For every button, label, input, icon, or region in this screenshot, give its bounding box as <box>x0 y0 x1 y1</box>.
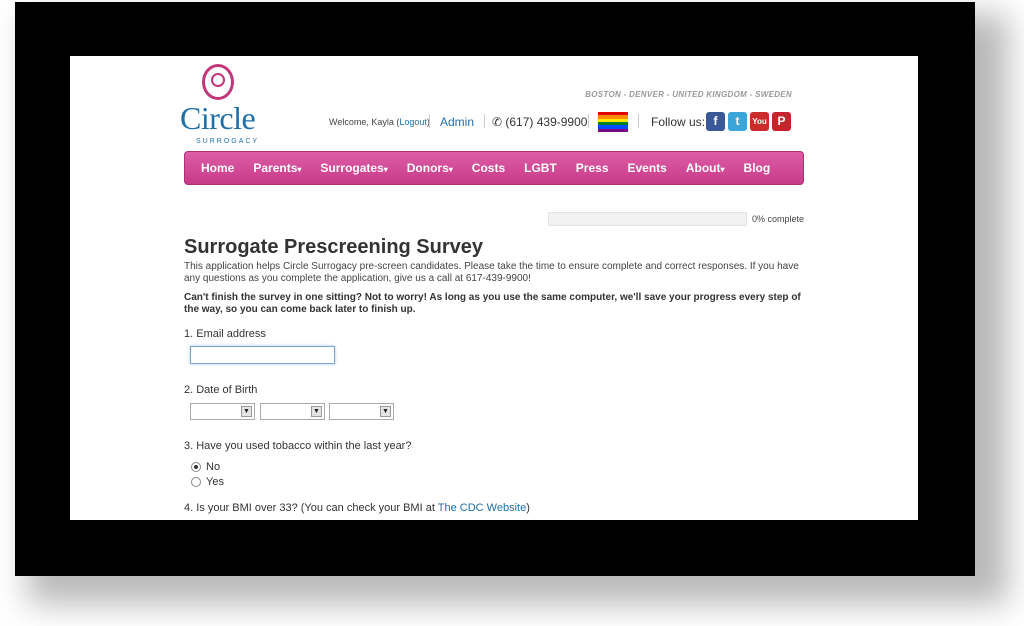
circle-logo[interactable]: Circle SURROGACY <box>180 64 260 145</box>
follow-us-label: Follow us: <box>651 115 706 129</box>
survey-intro: This application helps Circle Surrogacy … <box>184 261 799 284</box>
logout-link[interactable]: Logout <box>399 117 427 127</box>
nav-item-blog[interactable]: Blog <box>734 161 780 175</box>
email-field[interactable] <box>190 346 335 364</box>
nav-item-donors[interactable]: Donors▾ <box>397 161 462 175</box>
chevron-down-icon: ▾ <box>383 165 388 174</box>
pride-flag-icon[interactable] <box>598 112 628 132</box>
tobacco-option-no[interactable]: No <box>191 461 220 473</box>
nav-item-about[interactable]: About▾ <box>676 161 734 175</box>
pinterest-icon[interactable]: P <box>772 112 791 131</box>
main-nav: Home Parents▾ Surrogates▾ Donors▾ Costs LGBT P… <box>184 151 804 185</box>
logo-mark-icon <box>202 64 234 100</box>
youtube-icon[interactable]: You <box>750 112 769 131</box>
facebook-icon[interactable]: f <box>706 112 725 131</box>
nav-item-events[interactable]: Events <box>618 161 676 175</box>
office-locations: BOSTON - DENVER - UNITED KINGDOM - SWEDE… <box>585 90 792 99</box>
page-edge <box>900 56 908 65</box>
save-progress-note: Can't finish the survey in one sitting? … <box>184 292 801 315</box>
chevron-down-icon: ▼ <box>380 406 391 417</box>
chevron-down-icon: ▾ <box>297 165 302 174</box>
header-divider <box>638 114 639 128</box>
question-dob-label: 2. Date of Birth <box>184 384 258 396</box>
welcome-text: Welcome, Kayla (Logout) <box>329 117 430 127</box>
page-title: Surrogate Prescreening Survey <box>184 236 484 258</box>
header-divider <box>588 114 589 128</box>
chevron-down-icon: ▼ <box>311 406 322 417</box>
dob-month-select[interactable]: ▼ <box>190 403 255 420</box>
nav-item-parents[interactable]: Parents▾ <box>244 161 311 175</box>
nav-item-press[interactable]: Press <box>566 161 618 175</box>
tobacco-option-yes[interactable]: Yes <box>191 476 224 488</box>
phone-icon: ✆ <box>492 115 506 129</box>
cdc-website-link[interactable]: The CDC Website <box>438 502 526 514</box>
question-tobacco-label: 3. Have you used tobacco within the last… <box>184 440 412 452</box>
radio-button[interactable] <box>191 477 201 487</box>
chevron-down-icon: ▾ <box>448 165 453 174</box>
question-email-label: 1. Email address <box>184 328 266 340</box>
header-divider <box>484 114 485 128</box>
chevron-down-icon: ▾ <box>720 165 725 174</box>
browser-page: Circle SURROGACY BOSTON - DENVER - UNITE… <box>70 56 918 520</box>
nav-item-lgbt[interactable]: LGBT <box>515 161 567 175</box>
header-divider <box>429 114 430 128</box>
chevron-down-icon: ▼ <box>241 406 252 417</box>
admin-link[interactable]: Admin <box>440 115 474 129</box>
nav-item-home[interactable]: Home <box>185 161 244 175</box>
nav-item-surrogates[interactable]: Surrogates▾ <box>311 161 397 175</box>
progress-bar <box>548 212 747 226</box>
twitter-icon[interactable]: t <box>728 112 747 131</box>
dob-year-select[interactable]: ▼ <box>329 403 394 420</box>
logo-subtext: SURROGACY <box>196 138 260 145</box>
nav-item-costs[interactable]: Costs <box>462 161 514 175</box>
phone-number: ✆ (617) 439-9900 <box>492 115 588 129</box>
dob-day-select[interactable]: ▼ <box>260 403 325 420</box>
progress-label: 0% complete <box>752 214 805 224</box>
radio-button[interactable] <box>191 462 201 472</box>
question-bmi-label: 4. Is your BMI over 33? (You can check y… <box>184 502 530 514</box>
logo-text: Circle <box>180 100 256 136</box>
